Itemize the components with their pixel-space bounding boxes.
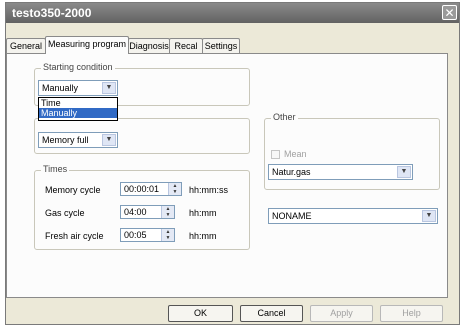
fresh-air-cycle-unit: hh:mm (189, 231, 217, 241)
fresh-air-cycle-label: Fresh air cycle (45, 231, 104, 241)
gas-cycle-input[interactable]: 04:00 ▲ ▼ (120, 205, 175, 219)
tab-settings[interactable]: Settings (202, 38, 240, 53)
memory-cycle-input[interactable]: 00:00:01 ▲ ▼ (120, 182, 182, 196)
chevron-down-icon[interactable]: ▼ (102, 82, 116, 94)
fuel-select[interactable]: Natur.gas ▼ (268, 164, 413, 180)
option-time[interactable]: Time (39, 98, 117, 108)
spin-updown-icon[interactable]: ▲ ▼ (161, 206, 174, 218)
times-label: Times (41, 164, 70, 174)
cancel-button[interactable]: Cancel (240, 305, 303, 322)
name-select[interactable]: NONAME ▼ (268, 208, 438, 224)
gas-cycle-value: 04:00 (124, 207, 147, 217)
memory-cycle-label: Memory cycle (45, 185, 101, 195)
memory-cycle-unit: hh:mm:ss (189, 185, 229, 195)
starting-condition-select[interactable]: Manually ▼ (38, 80, 118, 96)
fresh-air-cycle-input[interactable]: 00:05 ▲ ▼ (120, 228, 175, 242)
window-title: testo350-2000 (12, 6, 92, 20)
help-button[interactable]: Help (380, 305, 443, 322)
tab-diagnosis[interactable]: Diagnosis (128, 38, 170, 53)
chevron-down-icon[interactable]: ▼ (397, 166, 411, 178)
title-bar: testo350-2000 ✕ (6, 3, 459, 23)
other-label: Other (271, 112, 298, 122)
gas-cycle-unit: hh:mm (189, 208, 217, 218)
spin-updown-icon[interactable]: ▲ ▼ (168, 183, 181, 195)
fresh-air-cycle-value: 00:05 (124, 230, 147, 240)
mean-label: Mean (284, 149, 307, 159)
chevron-down-icon[interactable]: ▼ (422, 210, 436, 222)
option-manually[interactable]: Manually (39, 108, 117, 118)
close-icon[interactable]: ✕ (442, 5, 457, 20)
starting-condition-dropdown: Time Manually (38, 97, 118, 121)
stop-condition-select[interactable]: Memory full ▼ (38, 132, 118, 148)
starting-condition-value: Manually (42, 83, 79, 93)
memory-cycle-value: 00:00:01 (124, 184, 160, 194)
starting-condition-label: Starting condition (41, 62, 115, 72)
tab-measuring-program[interactable]: Measuring program (45, 36, 129, 54)
ok-button[interactable]: OK (168, 305, 233, 322)
spin-updown-icon[interactable]: ▲ ▼ (161, 229, 174, 241)
gas-cycle-label: Gas cycle (45, 208, 85, 218)
tab-general[interactable]: General (6, 38, 46, 53)
fuel-value: Natur.gas (272, 167, 311, 177)
tab-recal[interactable]: Recal (169, 38, 203, 53)
mean-checkbox[interactable] (271, 150, 280, 159)
name-value: NONAME (272, 211, 312, 221)
apply-button[interactable]: Apply (310, 305, 373, 322)
stop-condition-value: Memory full (42, 135, 89, 145)
chevron-down-icon[interactable]: ▼ (102, 134, 116, 146)
